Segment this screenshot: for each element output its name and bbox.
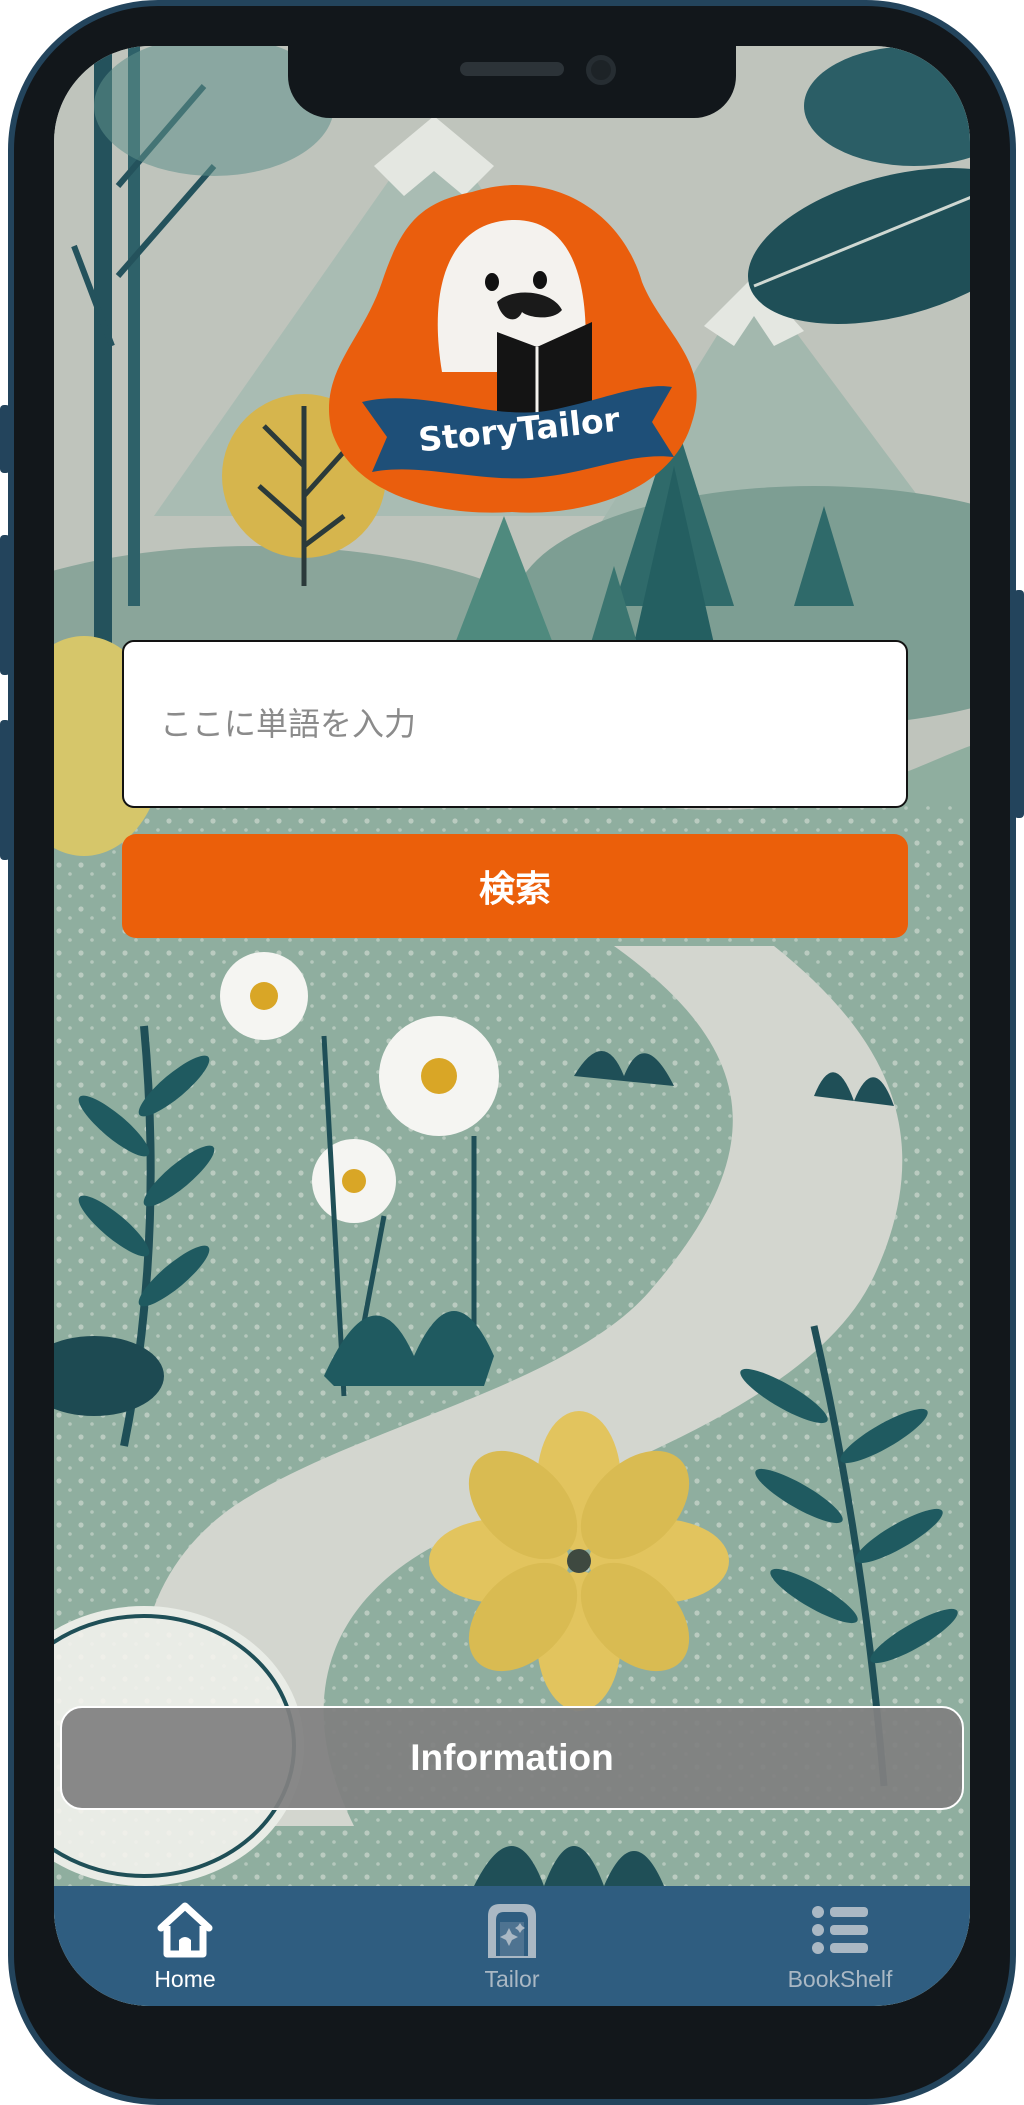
- front-camera: [586, 55, 616, 85]
- storytailor-logo: [328, 185, 697, 513]
- tab-home-label: Home: [154, 1966, 216, 1992]
- tab-home[interactable]: Home: [85, 1886, 285, 2006]
- tab-bookshelf-label: BookShelf: [787, 1966, 893, 1992]
- book-sparkle-icon: [488, 1904, 536, 1958]
- tab-tailor[interactable]: Tailor: [412, 1886, 612, 2006]
- tab-tailor-label: Tailor: [484, 1966, 540, 1992]
- search-input[interactable]: [122, 640, 908, 808]
- side-button-volume-up: [0, 535, 10, 675]
- bottom-tab-bar: Home Tailor BookShelf: [54, 1886, 970, 2006]
- home-icon: [157, 1902, 213, 1958]
- side-button-power: [1014, 590, 1024, 818]
- list-icon: [812, 1906, 868, 1954]
- side-button-volume-down: [0, 720, 10, 860]
- speaker-grille: [460, 62, 564, 76]
- side-button-silent: [0, 405, 10, 473]
- information-button[interactable]: Information: [60, 1706, 964, 1810]
- device-notch: [288, 46, 736, 118]
- tab-bookshelf[interactable]: BookShelf: [740, 1886, 940, 2006]
- search-button[interactable]: 検索: [122, 834, 908, 938]
- app-screen: StoryTailor 検索 Information Home Tailor: [54, 46, 970, 2006]
